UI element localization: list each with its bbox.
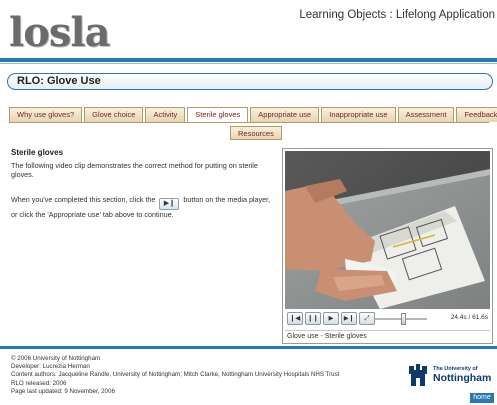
updated-line: Page last updated: 9 November, 2006: [11, 387, 115, 395]
instruction-text: When you've completed this section, clic…: [11, 195, 273, 219]
volume-slider[interactable]: [375, 313, 427, 325]
skip-forward-button[interactable]: ▶❙: [341, 312, 357, 325]
video-frame[interactable]: [285, 151, 490, 309]
header: losla Learning Objects : Lifelong Applic…: [0, 0, 497, 58]
tab-bar: Why use gloves? Glove choice Activity St…: [9, 107, 497, 123]
player-controls: ❙◀ ❙❙ ▶ ▶❙ ⤢ 24.4s / 61.6s: [285, 312, 490, 326]
video-caption: Glove use - Sterile gloves: [285, 330, 490, 342]
rlo-title: RLO: Glove Use: [17, 75, 101, 87]
tab-resources[interactable]: Resources: [230, 126, 282, 140]
video-still-gloving: [285, 151, 490, 309]
tab-glove-choice[interactable]: Glove choice: [84, 107, 144, 122]
skip-back-icon[interactable]: ❙◀: [287, 312, 303, 325]
header-divider-thin: [0, 63, 497, 64]
footer-divider: [0, 346, 497, 349]
authors-line: Content authors: Jacqueline Randle, Univ…: [11, 371, 340, 379]
university-name: The University of Nottingham: [433, 366, 492, 384]
playback-time: 24.4s / 61.6s: [450, 314, 488, 321]
tab-inappropriate-use[interactable]: Inappropriate use: [321, 107, 396, 122]
home-button[interactable]: home: [470, 393, 494, 403]
play-icon[interactable]: ▶: [323, 312, 339, 325]
tab-appropriate-use[interactable]: Appropriate use: [250, 107, 320, 122]
tab-feedback[interactable]: Feedback: [456, 107, 497, 122]
header-divider: [0, 58, 497, 62]
university-logo[interactable]: The University of Nottingham: [408, 360, 491, 390]
release-line: RLO released: 2006: [11, 379, 67, 387]
developer-line: Developer: Lucrezia Herman: [11, 363, 90, 371]
logo-text: losla: [9, 9, 111, 56]
media-player: ❙◀ ❙❙ ▶ ▶❙ ⤢ 24.4s / 61.6s Glove use - S…: [282, 148, 493, 344]
volume-knob[interactable]: [401, 313, 406, 325]
tab-underline: [9, 122, 489, 123]
intro-text: The following video clip demonstrates th…: [11, 161, 258, 179]
instruction-before: When you've completed this section, clic…: [11, 195, 156, 204]
app-title: Learning Objects : Lifelong Application: [299, 9, 495, 21]
tab-sterile-gloves[interactable]: Sterile gloves: [187, 107, 249, 123]
footer-credits: © 2006 University of Nottingham Develope…: [11, 355, 381, 396]
pause-icon[interactable]: ❙❙: [305, 312, 321, 325]
copyright-line: © 2006 University of Nottingham: [11, 355, 101, 362]
tab-assessment[interactable]: Assessment: [397, 107, 455, 122]
rlo-title-bar: RLO: Glove Use: [7, 73, 493, 90]
section-title: Sterile gloves: [11, 148, 64, 157]
university-title: Nottingham: [433, 372, 492, 384]
tab-why-use-gloves[interactable]: Why use gloves?: [9, 107, 83, 122]
fullscreen-icon[interactable]: ⤢: [359, 312, 375, 325]
castle-crest-icon: [409, 364, 427, 386]
tab-activity[interactable]: Activity: [145, 107, 186, 122]
skip-forward-icon: ▶❙: [159, 198, 180, 210]
losla-logo[interactable]: losla: [9, 9, 111, 56]
